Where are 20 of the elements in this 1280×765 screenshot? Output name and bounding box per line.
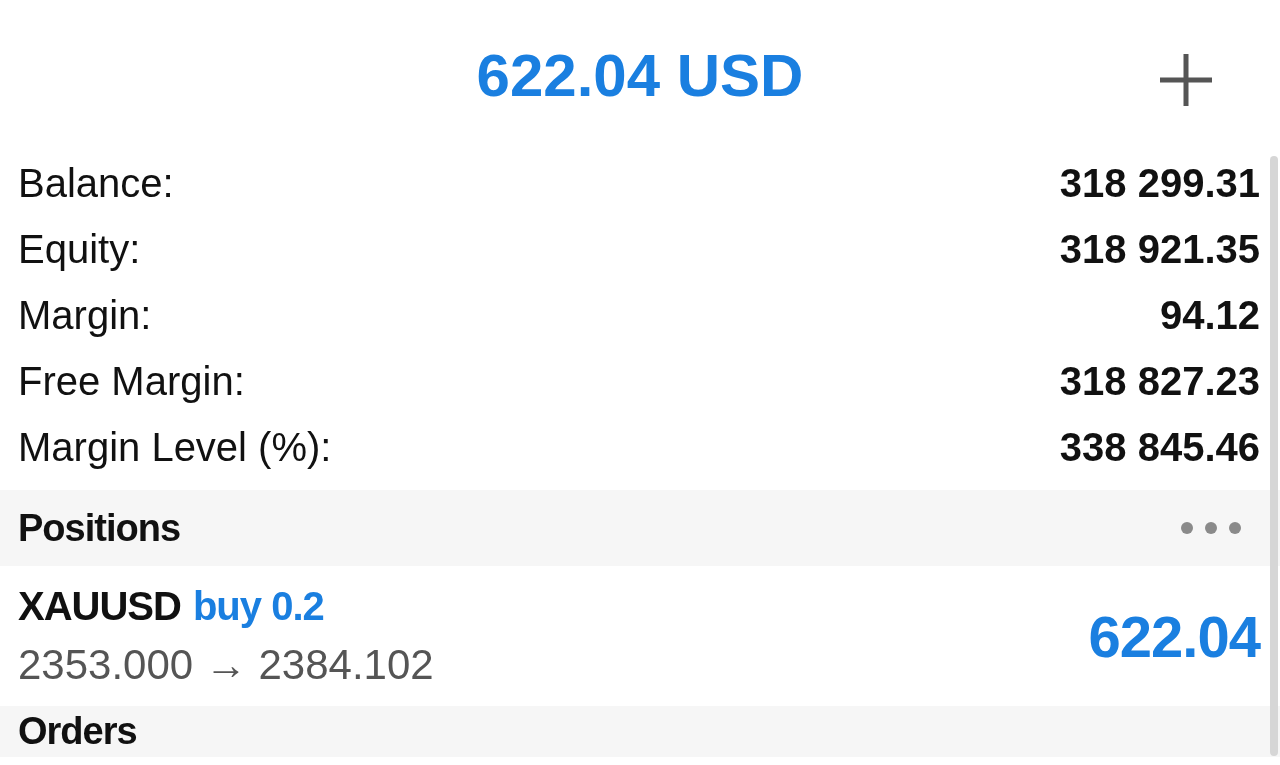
summary-value: 94.12: [1159, 292, 1260, 338]
summary-label: Margin:: [18, 292, 152, 338]
position-row[interactable]: XAUUSD buy 0.2 2353.000 → 2384.102 622.04: [0, 566, 1280, 706]
summary-label: Free Margin:: [18, 358, 245, 404]
summary-value: 318 921.35: [1059, 226, 1260, 272]
summary-value: 338 845.46: [1059, 424, 1260, 470]
section-title: Positions: [18, 506, 181, 550]
summary-label: Equity:: [18, 226, 141, 272]
summary-value: 318 299.31: [1059, 160, 1260, 206]
more-icon[interactable]: [1180, 521, 1242, 535]
position-symbol: XAUUSD: [18, 583, 181, 629]
position-profit: 622.04: [1088, 602, 1260, 670]
summary-value: 318 827.23: [1059, 358, 1260, 404]
section-title: Orders: [18, 710, 137, 753]
add-icon[interactable]: [1158, 52, 1214, 108]
summary-label: Margin Level (%):: [18, 424, 332, 470]
position-side: buy 0.2: [192, 583, 324, 629]
summary-label: Balance:: [18, 160, 174, 206]
profit-total: 622.04 USD: [476, 40, 804, 110]
position-prices: 2353.000 → 2384.102: [18, 640, 434, 689]
